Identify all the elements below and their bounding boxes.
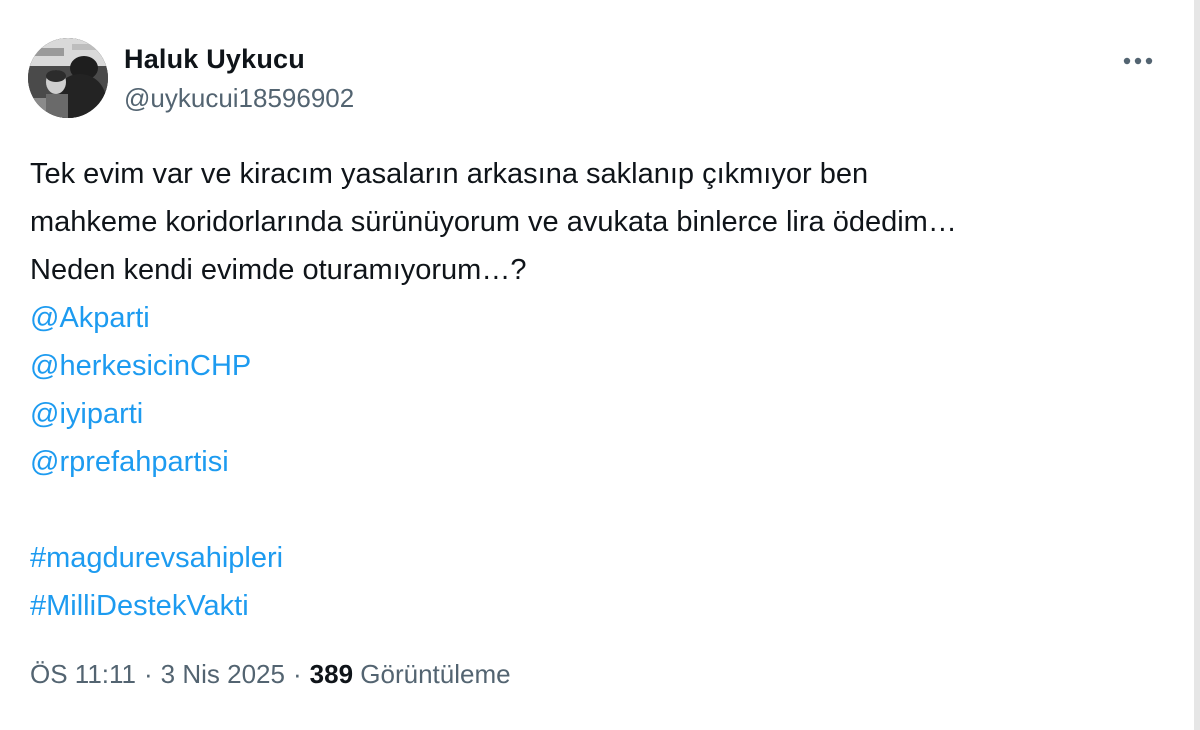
more-options-button[interactable] — [1116, 44, 1160, 78]
views-label: Görüntüleme — [360, 659, 511, 689]
mention-link-akparti[interactable]: @Akparti — [30, 294, 1170, 342]
avatar[interactable] — [28, 38, 108, 118]
tweet-card: Haluk Uykucu @uykucui18596902 Tek evim v… — [0, 0, 1200, 730]
hashtag-link-millidestekvakti[interactable]: #MilliDestekVakti — [30, 582, 1170, 630]
tweet-header: Haluk Uykucu @uykucui18596902 — [28, 38, 1160, 118]
meta-separator: · — [144, 659, 153, 689]
author-handle[interactable]: @uykucui18596902 — [124, 83, 354, 114]
hashtag-link-magdurevsahipleri[interactable]: #magdurevsahipleri — [30, 534, 1170, 582]
tweet-meta: ÖS 11:11 · 3 Nis 2025 · 389 Görüntüleme — [30, 659, 511, 690]
tweet-time[interactable]: ÖS 11:11 — [30, 659, 136, 689]
more-horizontal-icon — [1123, 57, 1153, 65]
tweet-text-line: Neden kendi evimde oturamıyorum…? — [30, 254, 527, 286]
tweet-text-line: mahkeme koridorlarında sürünüyorum ve av… — [30, 206, 957, 238]
mention-link-rprefahpartisi[interactable]: @rprefahpartisi — [30, 438, 1170, 486]
avatar-photo — [28, 38, 108, 118]
mention-link-herkesicinchp[interactable]: @herkesicinCHP — [30, 342, 1170, 390]
tweet-date[interactable]: 3 Nis 2025 — [161, 659, 285, 689]
tweet-text: Tek evim var ve kiracım yasaların arkası… — [30, 150, 1170, 630]
meta-separator: · — [292, 659, 302, 689]
author-name[interactable]: Haluk Uykucu — [124, 44, 305, 75]
tweet-text-line: Tek evim var ve kiracım yasaların arkası… — [30, 158, 869, 190]
mention-link-iyiparti[interactable]: @iyiparti — [30, 390, 1170, 438]
views-count[interactable]: 389 — [310, 659, 353, 689]
